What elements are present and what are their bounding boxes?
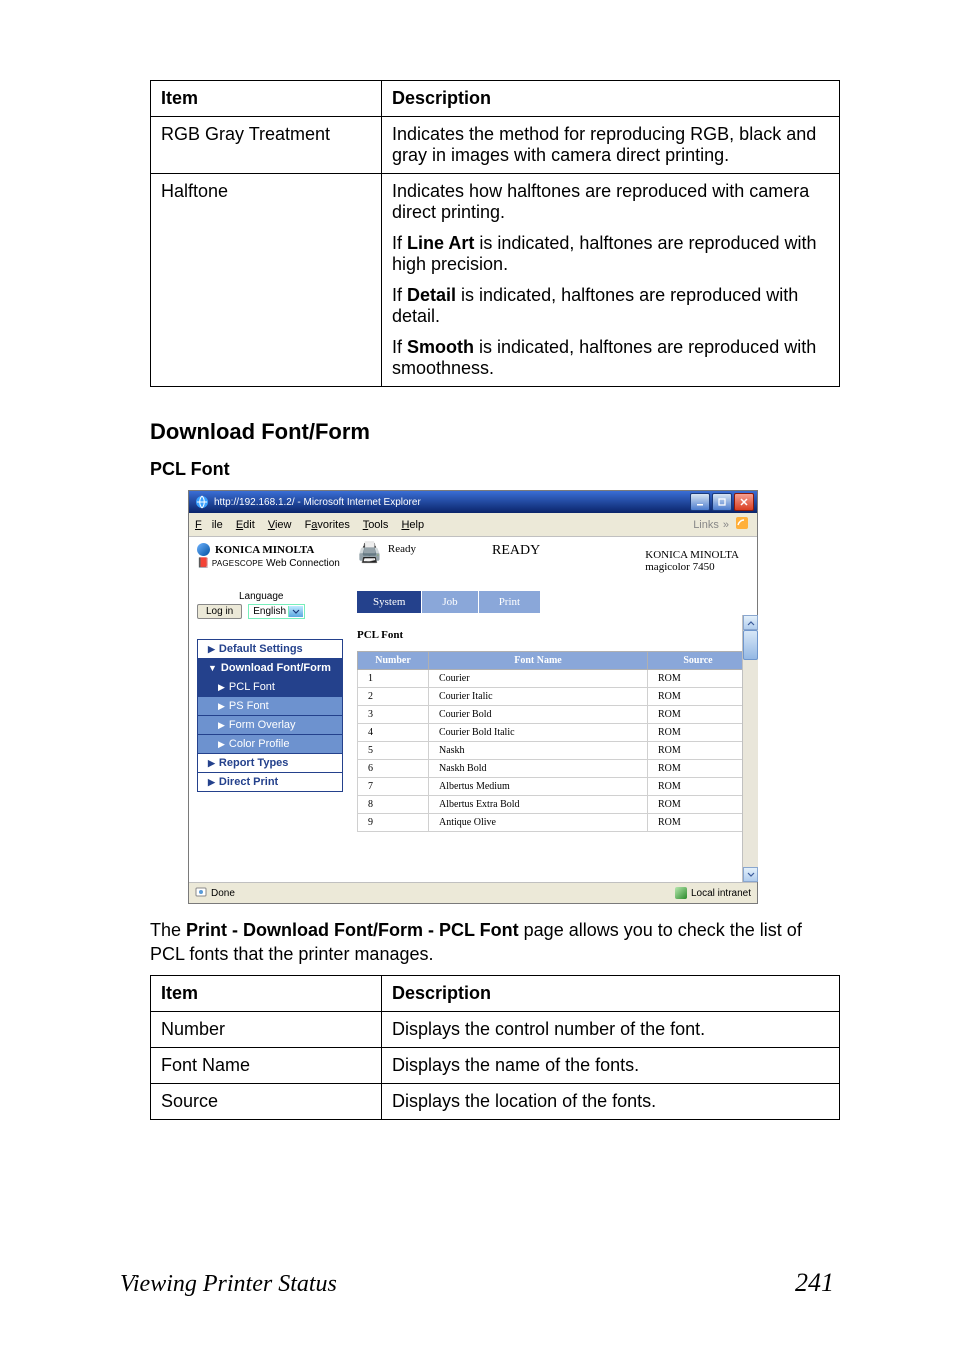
zone-icon <box>675 887 687 899</box>
table-cell-item: RGB Gray Treatment <box>151 117 382 174</box>
th-number: Number <box>358 652 429 670</box>
browser-window: http://192.168.1.2/ - Microsoft Internet… <box>188 490 758 904</box>
table-row: 7Albertus MediumROM <box>358 778 749 796</box>
desc-para: If Line Art is indicated, halftones are … <box>392 233 829 275</box>
table-row: 9Antique OliveROM <box>358 814 749 832</box>
window-maximize-button[interactable] <box>712 493 732 511</box>
ie-icon <box>195 495 209 509</box>
desc-para: Indicates how halftones are reproduced w… <box>392 181 829 223</box>
scroll-down-icon[interactable] <box>743 867 758 882</box>
language-select[interactable]: English <box>248 604 305 619</box>
done-icon <box>195 886 207 901</box>
table-header-item: Item <box>151 975 382 1011</box>
printer-status-icon: 🖨️ <box>357 543 382 563</box>
table-row: 4Courier Bold ItalicROM <box>358 724 749 742</box>
main-tabs: System Job Print <box>357 591 749 613</box>
table-cell-item: Source <box>151 1083 382 1119</box>
table-cell-desc: Displays the name of the fonts. <box>382 1047 840 1083</box>
tab-system[interactable]: System <box>357 591 422 613</box>
table-row: 8Albertus Extra BoldROM <box>358 796 749 814</box>
browser-statusbar: Done Local intranet <box>189 882 757 903</box>
section-heading: Download Font/Form <box>150 419 840 445</box>
menu-favorites[interactable]: Favorites <box>305 519 350 531</box>
ready-label: Ready <box>388 543 416 555</box>
sidebar-item-color-profile[interactable]: ▶Color Profile <box>197 734 343 754</box>
desc-para: If Detail is indicated, halftones are re… <box>392 285 829 327</box>
halftone-table: Item Description RGB Gray Treatment Indi… <box>150 80 840 387</box>
page-footer: Viewing Printer Status 241 <box>120 1268 834 1298</box>
table-cell-desc: Indicates the method for reproducing RGB… <box>382 117 840 174</box>
menu-help[interactable]: Help <box>401 519 424 531</box>
sidebar-item-ps-font[interactable]: ▶PS Font <box>197 696 343 716</box>
brand-logo-icon <box>197 543 210 556</box>
model-info: KONICA MINOLTA magicolor 7450 <box>645 549 739 573</box>
th-source: Source <box>648 652 749 670</box>
menu-edit[interactable]: Edit <box>236 519 255 531</box>
table-header-item: Item <box>151 81 382 117</box>
sidebar-item-pcl-font[interactable]: ▶PCL Font <box>197 677 343 697</box>
pagescope-label: 📕 PAGESCOPE Web Connection <box>197 558 343 569</box>
tab-print[interactable]: Print <box>479 591 541 613</box>
table-header-desc: Description <box>382 975 840 1011</box>
sidebar-item-report-types[interactable]: ▶Report Types <box>197 753 343 773</box>
pcl-font-table: Number Font Name Source 1CourierROM 2Cou… <box>357 651 749 832</box>
links-chevron-icon[interactable]: » <box>723 519 729 531</box>
sidebar-item-form-overlay[interactable]: ▶Form Overlay <box>197 715 343 735</box>
sub-heading: PCL Font <box>150 459 840 480</box>
menu-view[interactable]: View <box>268 519 292 531</box>
table-cell-item: Font Name <box>151 1047 382 1083</box>
window-titlebar: http://192.168.1.2/ - Microsoft Internet… <box>189 491 757 513</box>
desc-para: If Smooth is indicated, halftones are re… <box>392 337 829 379</box>
body-paragraph: The Print - Download Font/Form - PCL Fon… <box>150 918 840 967</box>
app-main: 🖨️ Ready READY KONICA MINOLTA magicolor … <box>349 537 757 882</box>
chevron-down-icon <box>288 606 303 617</box>
th-fontname: Font Name <box>429 652 648 670</box>
sidebar-item-default-settings[interactable]: ▶Default Settings <box>197 639 343 659</box>
login-button[interactable]: Log in <box>197 604 242 619</box>
scroll-thumb[interactable] <box>743 630 758 660</box>
table-cell-item: Halftone <box>151 174 382 387</box>
content-title: PCL Font <box>357 629 749 641</box>
throbber-icon <box>733 515 751 534</box>
vertical-scrollbar[interactable] <box>742 615 758 882</box>
table-row: 3Courier BoldROM <box>358 706 749 724</box>
table-cell-desc: Indicates how halftones are reproduced w… <box>382 174 840 387</box>
zone-label: Local intranet <box>691 888 751 899</box>
ready-big-label: READY <box>492 543 540 559</box>
table-cell-desc: Displays the location of the fonts. <box>382 1083 840 1119</box>
app-sidebar: KONICA MINOLTA 📕 PAGESCOPE Web Connectio… <box>189 537 349 882</box>
menu-file[interactable]: File <box>195 519 223 531</box>
window-title: http://192.168.1.2/ - Microsoft Internet… <box>214 497 421 508</box>
description-table: Item Description NumberDisplays the cont… <box>150 975 840 1120</box>
table-header-desc: Description <box>382 81 840 117</box>
status-text: Done <box>211 888 235 899</box>
table-cell-desc: Displays the control number of the font. <box>382 1011 840 1047</box>
table-row: 5NaskhROM <box>358 742 749 760</box>
links-label[interactable]: Links <box>693 519 719 531</box>
page-number: 241 <box>795 1268 834 1298</box>
tab-job[interactable]: Job <box>422 591 478 613</box>
browser-menubar: File Edit View Favorites Tools Help Link… <box>189 513 757 537</box>
sidebar-item-download-font-form[interactable]: ▼Download Font/Form <box>197 658 343 678</box>
footer-title: Viewing Printer Status <box>120 1271 337 1298</box>
sidebar-item-direct-print[interactable]: ▶Direct Print <box>197 772 343 792</box>
table-row: 1CourierROM <box>358 670 749 688</box>
scroll-up-icon[interactable] <box>743 615 758 630</box>
window-minimize-button[interactable] <box>690 493 710 511</box>
brand-name: KONICA MINOLTA <box>215 544 314 556</box>
table-cell-item: Number <box>151 1011 382 1047</box>
window-close-button[interactable] <box>734 493 754 511</box>
menu-tools[interactable]: Tools <box>363 519 389 531</box>
table-row: 6Naskh BoldROM <box>358 760 749 778</box>
table-row: 2Courier ItalicROM <box>358 688 749 706</box>
language-label: Language <box>239 591 284 602</box>
